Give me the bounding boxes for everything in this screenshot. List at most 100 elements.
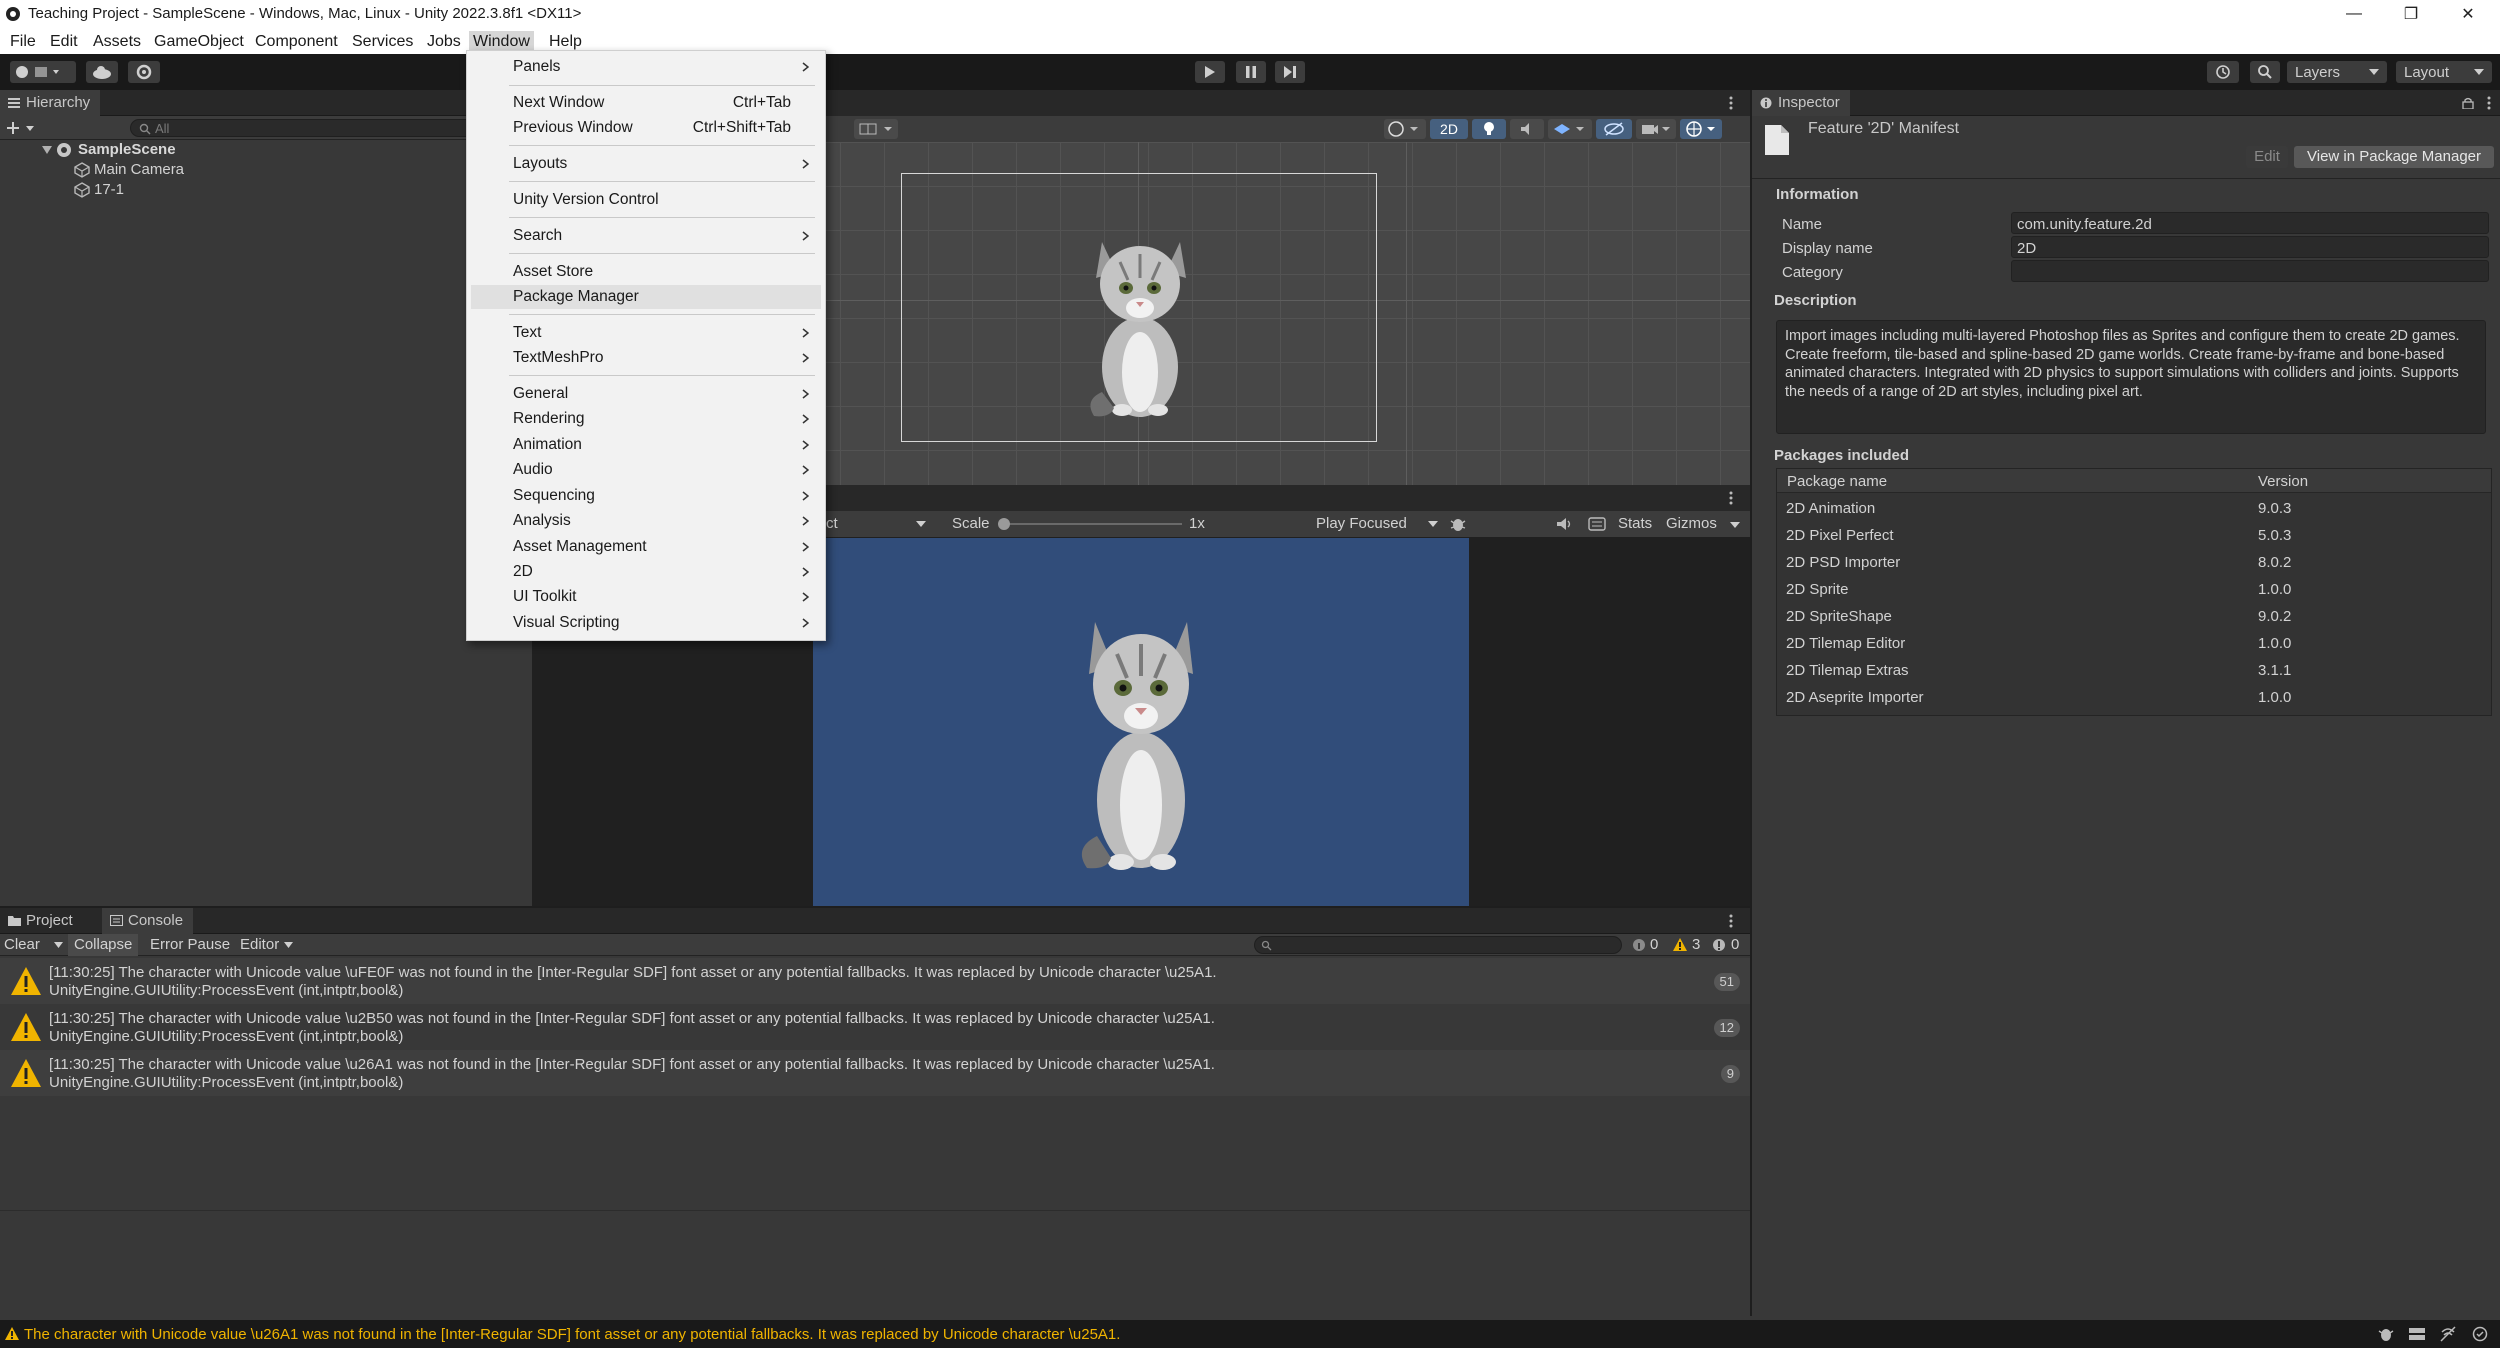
scale-slider-track[interactable] [998, 518, 1182, 530]
more-options-icon[interactable] [2486, 96, 2492, 110]
chevron-down-icon[interactable] [54, 942, 63, 948]
game-render-area[interactable] [813, 538, 1469, 906]
menu-services[interactable]: Services [348, 31, 417, 52]
shading-mode-button[interactable] [1384, 119, 1426, 139]
menu-item-unity-version-control[interactable]: Unity Version Control [471, 188, 821, 212]
menu-gameobject[interactable]: GameObject [150, 31, 248, 52]
menu-help[interactable]: Help [545, 31, 586, 52]
hierarchy-search-input[interactable]: All [130, 119, 520, 137]
audio-icon[interactable] [1556, 517, 1572, 531]
view-in-package-manager-button[interactable]: View in Package Manager [2294, 146, 2494, 168]
gizmos-scene-dropdown[interactable] [1680, 119, 1722, 139]
hierarchy-scene-row[interactable]: SampleScene [0, 140, 532, 160]
status-message[interactable]: The character with Unicode value \u26A1 … [24, 1326, 1120, 1343]
menu-item-visual-scripting[interactable]: Visual Scripting [471, 611, 821, 635]
tab-console[interactable]: Console [102, 908, 194, 934]
menu-item-text[interactable]: Text [471, 321, 821, 345]
clear-button[interactable]: Clear [4, 936, 40, 953]
menu-item-general[interactable]: General [471, 382, 821, 406]
kitten-sprite-icon[interactable] [1080, 222, 1202, 420]
console-detail-divider[interactable] [0, 1210, 1750, 1211]
cache-server-icon[interactable] [2408, 1326, 2426, 1342]
lock-icon[interactable] [2462, 97, 2474, 109]
history-button[interactable] [2207, 61, 2239, 83]
layers-dropdown[interactable]: Layers [2287, 61, 2387, 83]
close-window-button[interactable]: ✕ [2440, 0, 2496, 28]
hierarchy-item-sprite[interactable]: 17-1 [0, 180, 532, 200]
play-mode-dropdown[interactable]: Play Focused [1312, 514, 1444, 534]
create-button[interactable] [6, 119, 40, 137]
keyboard-icon[interactable] [1588, 517, 1606, 531]
chevron-down-icon[interactable] [284, 942, 293, 948]
hidden-objects-toggle[interactable] [1596, 119, 1632, 139]
menu-item-package-manager[interactable]: Package Manager [471, 285, 821, 309]
menu-item-search[interactable]: Search [471, 224, 821, 248]
tab-project[interactable]: Project [0, 908, 83, 934]
menu-item-analysis[interactable]: Analysis [471, 509, 821, 533]
menu-item-next-window[interactable]: Next Window Ctrl+Tab [471, 91, 821, 115]
console-log-row[interactable]: [11:30:25] The character with Unicode va… [0, 1050, 1750, 1096]
field-category-value[interactable] [2011, 260, 2489, 282]
collapse-toggle[interactable]: Collapse [68, 934, 139, 956]
error-pause-toggle[interactable]: Error Pause [150, 936, 230, 953]
aspect-dropdown[interactable]: ct [822, 514, 932, 534]
menu-assets[interactable]: Assets [89, 31, 145, 52]
editor-dropdown[interactable]: Editor [240, 936, 279, 953]
more-options-icon[interactable] [1728, 96, 1734, 110]
stats-button[interactable]: Stats [1618, 515, 1652, 532]
account-button[interactable] [10, 61, 76, 83]
edit-button[interactable]: Edit [2246, 146, 2288, 168]
tab-hierarchy[interactable]: Hierarchy [0, 90, 101, 116]
tab-inspector[interactable]: Inspector [1752, 90, 1850, 116]
lighting-toggle[interactable] [1472, 119, 1506, 139]
log-count[interactable]: 0 [1650, 936, 1658, 953]
menu-item-previous-window[interactable]: Previous Window Ctrl+Shift+Tab [471, 116, 821, 140]
more-options-icon[interactable] [1728, 914, 1734, 928]
menu-item-asset-store[interactable]: Asset Store [471, 260, 821, 284]
layout-dropdown[interactable]: Layout [2396, 61, 2492, 83]
console-search-input[interactable] [1254, 936, 1622, 954]
cloud-button[interactable] [86, 61, 118, 83]
progress-check-icon[interactable] [2472, 1326, 2488, 1342]
menu-edit[interactable]: Edit [46, 31, 82, 52]
camera-settings-dropdown[interactable] [1636, 119, 1676, 139]
menu-item-animation[interactable]: Animation [471, 433, 821, 457]
menu-file[interactable]: File [6, 31, 40, 52]
menu-item-2d[interactable]: 2D [471, 560, 821, 584]
menu-item-ui-toolkit[interactable]: UI Toolkit [471, 585, 821, 609]
menu-item-audio[interactable]: Audio [471, 458, 821, 482]
play-button[interactable] [1195, 61, 1225, 83]
audio-toggle[interactable] [1510, 119, 1544, 139]
more-options-icon[interactable] [1728, 491, 1734, 505]
grid-snap-button[interactable] [854, 119, 898, 139]
menu-item-rendering[interactable]: Rendering [471, 407, 821, 431]
console-log-row[interactable]: [11:30:25] The character with Unicode va… [0, 1004, 1750, 1050]
menu-item-sequencing[interactable]: Sequencing [471, 484, 821, 508]
menu-item-textmeshpro[interactable]: TextMeshPro [471, 346, 821, 370]
debug-bug-icon[interactable] [1450, 516, 1466, 532]
error-count[interactable]: 0 [1731, 936, 1739, 953]
chevron-down-icon[interactable] [1730, 522, 1740, 528]
search-button[interactable] [2250, 61, 2280, 83]
hierarchy-item-main-camera[interactable]: Main Camera [0, 160, 532, 180]
scale-slider-thumb[interactable] [998, 518, 1010, 530]
menu-item-panels[interactable]: Panels [471, 55, 821, 79]
menu-item-asset-management[interactable]: Asset Management [471, 535, 821, 559]
menu-item-layouts[interactable]: Layouts [471, 152, 821, 176]
menu-jobs[interactable]: Jobs [423, 31, 465, 52]
debug-bug-icon[interactable] [2378, 1326, 2394, 1342]
2d-mode-toggle[interactable]: 2D [1430, 119, 1468, 139]
console-log-row[interactable]: [11:30:25] The character with Unicode va… [0, 958, 1750, 1004]
field-name-value[interactable]: com.unity.feature.2d [2011, 212, 2489, 234]
field-display-name-value[interactable]: 2D [2011, 236, 2489, 258]
gizmos-button[interactable]: Gizmos [1666, 515, 1717, 532]
effects-dropdown[interactable] [1548, 119, 1592, 139]
pause-button[interactable] [1236, 61, 1266, 83]
warning-count[interactable]: 3 [1692, 936, 1700, 953]
network-off-icon[interactable] [2440, 1326, 2456, 1342]
minimize-button[interactable]: — [2326, 0, 2382, 28]
step-button[interactable] [1275, 61, 1305, 83]
expand-arrow-icon[interactable] [42, 146, 52, 154]
menu-component[interactable]: Component [251, 31, 342, 52]
settings-button[interactable] [128, 61, 160, 83]
